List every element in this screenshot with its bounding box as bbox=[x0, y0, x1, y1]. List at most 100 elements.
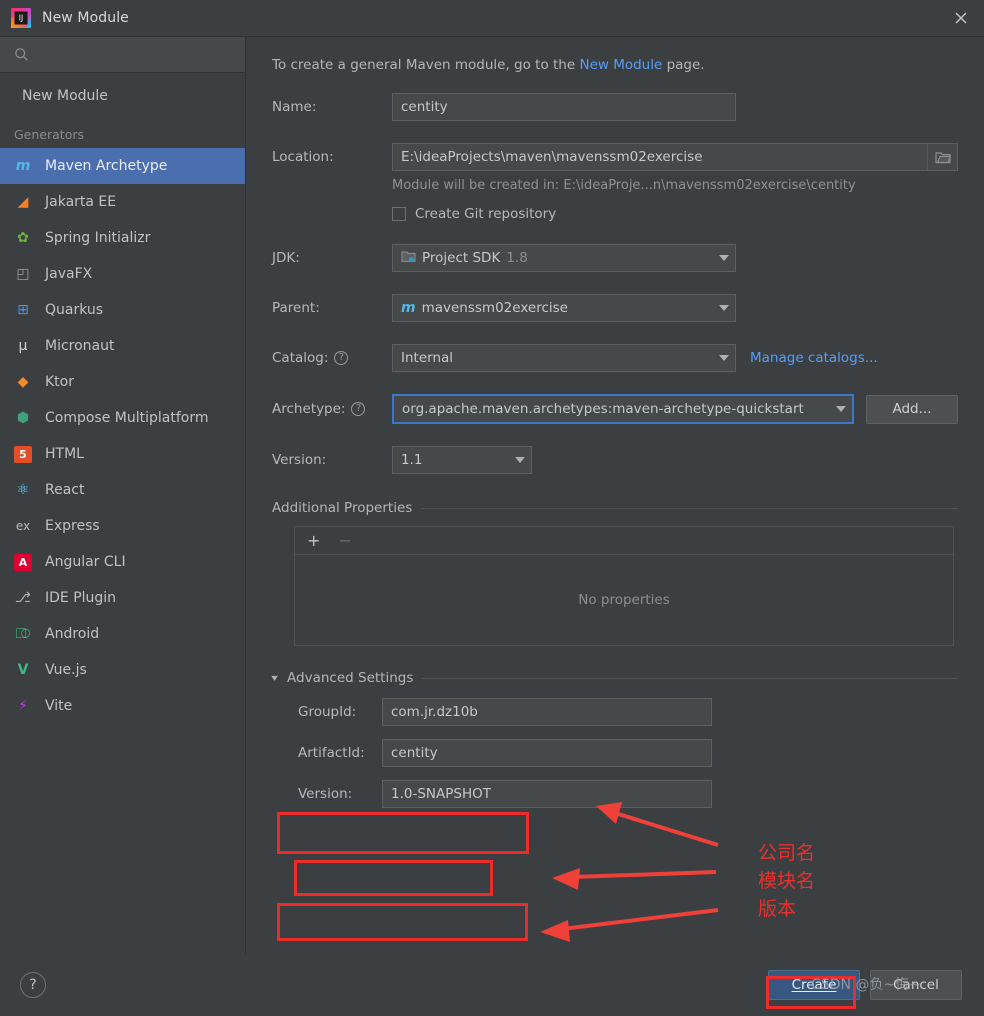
advanced-version-row: Version: bbox=[294, 780, 958, 808]
sidebar-item-jakarta-ee[interactable]: ◢ Jakarta EE bbox=[0, 184, 245, 220]
properties-toolbar: + − bbox=[295, 527, 953, 555]
search-input[interactable] bbox=[29, 46, 245, 63]
manage-catalogs-link[interactable]: Manage catalogs... bbox=[750, 350, 878, 366]
compose-icon: ⬢ bbox=[16, 410, 30, 426]
intro-prefix: To create a general Maven module, go to … bbox=[272, 57, 580, 73]
sidebar-item-express[interactable]: ex Express bbox=[0, 508, 245, 544]
generators-sidebar: New Module Generators m Maven Archetype ◢ J… bbox=[0, 37, 246, 954]
additional-properties-section: Additional Properties bbox=[272, 500, 958, 516]
archetype-version-row: Version: 1.1 bbox=[272, 446, 958, 474]
sidebar-item-label: Vue.js bbox=[45, 662, 87, 678]
react-icon: ⚛ bbox=[16, 482, 30, 498]
sidebar-item-spring-initializr[interactable]: ✿ Spring Initializr bbox=[0, 220, 245, 256]
jdk-select[interactable]: Project SDK 1.8 bbox=[392, 244, 736, 272]
sidebar-item-maven-archetype[interactable]: m Maven Archetype bbox=[0, 148, 245, 184]
sidebar-item-angular-cli[interactable]: A Angular CLI bbox=[0, 544, 245, 580]
sidebar-item-javafx[interactable]: ◰ JavaFX bbox=[0, 256, 245, 292]
close-icon[interactable] bbox=[938, 0, 984, 36]
vite-icon: ⚡ bbox=[18, 698, 28, 714]
sidebar-item-label: Express bbox=[45, 518, 100, 534]
new-module-link[interactable]: New Module bbox=[579, 57, 662, 73]
archetype-label: Archetype: ? bbox=[272, 401, 392, 417]
artifactid-row: ArtifactId: bbox=[294, 739, 958, 767]
sidebar-item-label: HTML bbox=[45, 446, 84, 462]
groupid-label: GroupId: bbox=[298, 704, 357, 720]
sidebar-item-ktor[interactable]: ◆ Ktor bbox=[0, 364, 245, 400]
checkbox-box bbox=[392, 207, 406, 221]
jdk-row: JDK: Project SDK 1.8 bbox=[272, 244, 958, 272]
maven-icon: m bbox=[401, 300, 416, 316]
advanced-version-label: Version: bbox=[298, 786, 353, 802]
help-circle-icon[interactable]: ? bbox=[351, 402, 366, 416]
add-archetype-button[interactable]: Add... bbox=[866, 394, 958, 424]
section-divider bbox=[421, 507, 958, 509]
sidebar-item-android[interactable]: ⎄ Android bbox=[0, 616, 245, 652]
jdk-version: 1.8 bbox=[506, 250, 528, 266]
create-button[interactable]: Create bbox=[768, 970, 860, 1000]
create-git-repository-label: Create Git repository bbox=[415, 206, 557, 222]
cancel-button[interactable]: Cancel bbox=[870, 970, 962, 1000]
sidebar-item-label: Vite bbox=[45, 698, 73, 714]
sidebar-item-vue-js[interactable]: V Vue.js bbox=[0, 652, 245, 688]
groupid-row: GroupId: bbox=[294, 698, 958, 726]
create-button-label: Create bbox=[791, 977, 837, 993]
ide-plugin-icon: ⎇ bbox=[14, 590, 32, 606]
help-icon[interactable]: ? bbox=[20, 972, 46, 998]
archetype-select[interactable]: org.apache.maven.archetypes:maven-archet… bbox=[392, 394, 854, 424]
catalog-label: Catalog: ? bbox=[272, 350, 392, 366]
jdk-value: Project SDK bbox=[422, 250, 501, 266]
groupid-input[interactable] bbox=[382, 698, 712, 726]
sidebar-item-ide-plugin[interactable]: ⎇ IDE Plugin bbox=[0, 580, 245, 616]
search-icon bbox=[14, 47, 29, 62]
quarkus-icon: ⊞ bbox=[17, 302, 29, 318]
archetype-version-label: Version: bbox=[272, 452, 327, 468]
jdk-label: JDK: bbox=[272, 250, 300, 266]
name-row: Name: bbox=[272, 93, 958, 121]
micronaut-icon: μ bbox=[18, 338, 28, 354]
sidebar-item-react[interactable]: ⚛ React bbox=[0, 472, 245, 508]
sidebar-item-new-module[interactable]: New Module bbox=[0, 79, 245, 113]
advanced-settings-section[interactable]: ▾ Advanced Settings bbox=[271, 670, 958, 686]
chevron-down-icon bbox=[719, 355, 729, 361]
help-circle-icon[interactable]: ? bbox=[334, 351, 349, 365]
archetype-version-select[interactable]: 1.1 bbox=[392, 446, 532, 474]
sidebar-item-html[interactable]: 5 HTML bbox=[0, 436, 245, 472]
spring-icon: ✿ bbox=[17, 230, 29, 246]
name-input[interactable] bbox=[392, 93, 736, 121]
parent-select[interactable]: m mavenssm02exercise bbox=[392, 294, 736, 322]
sidebar-item-label: Angular CLI bbox=[45, 554, 126, 570]
archetype-value: org.apache.maven.archetypes:maven-archet… bbox=[402, 401, 804, 417]
sidebar-item-label: Micronaut bbox=[45, 338, 115, 354]
sidebar-item-compose-multiplatform[interactable]: ⬢ Compose Multiplatform bbox=[0, 400, 245, 436]
maven-icon: m bbox=[15, 158, 31, 174]
javafx-icon: ◰ bbox=[16, 266, 30, 282]
new-module-dialog: IJ New Module New Module Generators m Ma… bbox=[0, 0, 984, 1016]
chevron-down-icon[interactable]: ▾ bbox=[271, 673, 278, 684]
sidebar-item-label: Spring Initializr bbox=[45, 230, 151, 246]
catalog-select[interactable]: Internal bbox=[392, 344, 736, 372]
window-title: New Module bbox=[42, 10, 129, 26]
location-input[interactable]: E:\ideaProjects\maven\mavenssm02exercise bbox=[392, 143, 958, 171]
folder-icon[interactable] bbox=[927, 144, 957, 170]
catalog-row: Catalog: ? Internal Manage catalogs... bbox=[272, 344, 958, 372]
no-properties-text: No properties bbox=[578, 592, 670, 608]
sidebar-item-label: Compose Multiplatform bbox=[45, 410, 209, 426]
sidebar-item-label: React bbox=[45, 482, 85, 498]
plus-icon[interactable]: + bbox=[307, 532, 320, 549]
advanced-version-input[interactable] bbox=[382, 780, 712, 808]
create-git-repository-checkbox[interactable]: Create Git repository bbox=[392, 206, 958, 222]
archetype-label-text: Archetype: bbox=[272, 401, 346, 417]
sidebar-item-quarkus[interactable]: ⊞ Quarkus bbox=[0, 292, 245, 328]
sidebar-item-label: Jakarta EE bbox=[45, 194, 117, 210]
archetype-row: Archetype: ? org.apache.maven.archetypes… bbox=[272, 394, 958, 424]
sidebar-item-micronaut[interactable]: μ Micronaut bbox=[0, 328, 245, 364]
minus-icon: − bbox=[338, 530, 352, 550]
artifactid-input[interactable] bbox=[382, 739, 712, 767]
additional-properties-title: Additional Properties bbox=[272, 500, 413, 516]
catalog-label-text: Catalog: bbox=[272, 350, 329, 366]
name-label: Name: bbox=[272, 99, 317, 115]
dialog-body: New Module Generators m Maven Archetype ◢ J… bbox=[0, 36, 984, 954]
vuejs-icon: V bbox=[17, 662, 29, 678]
sidebar-item-vite[interactable]: ⚡ Vite bbox=[0, 688, 245, 724]
search-field[interactable] bbox=[0, 37, 245, 73]
